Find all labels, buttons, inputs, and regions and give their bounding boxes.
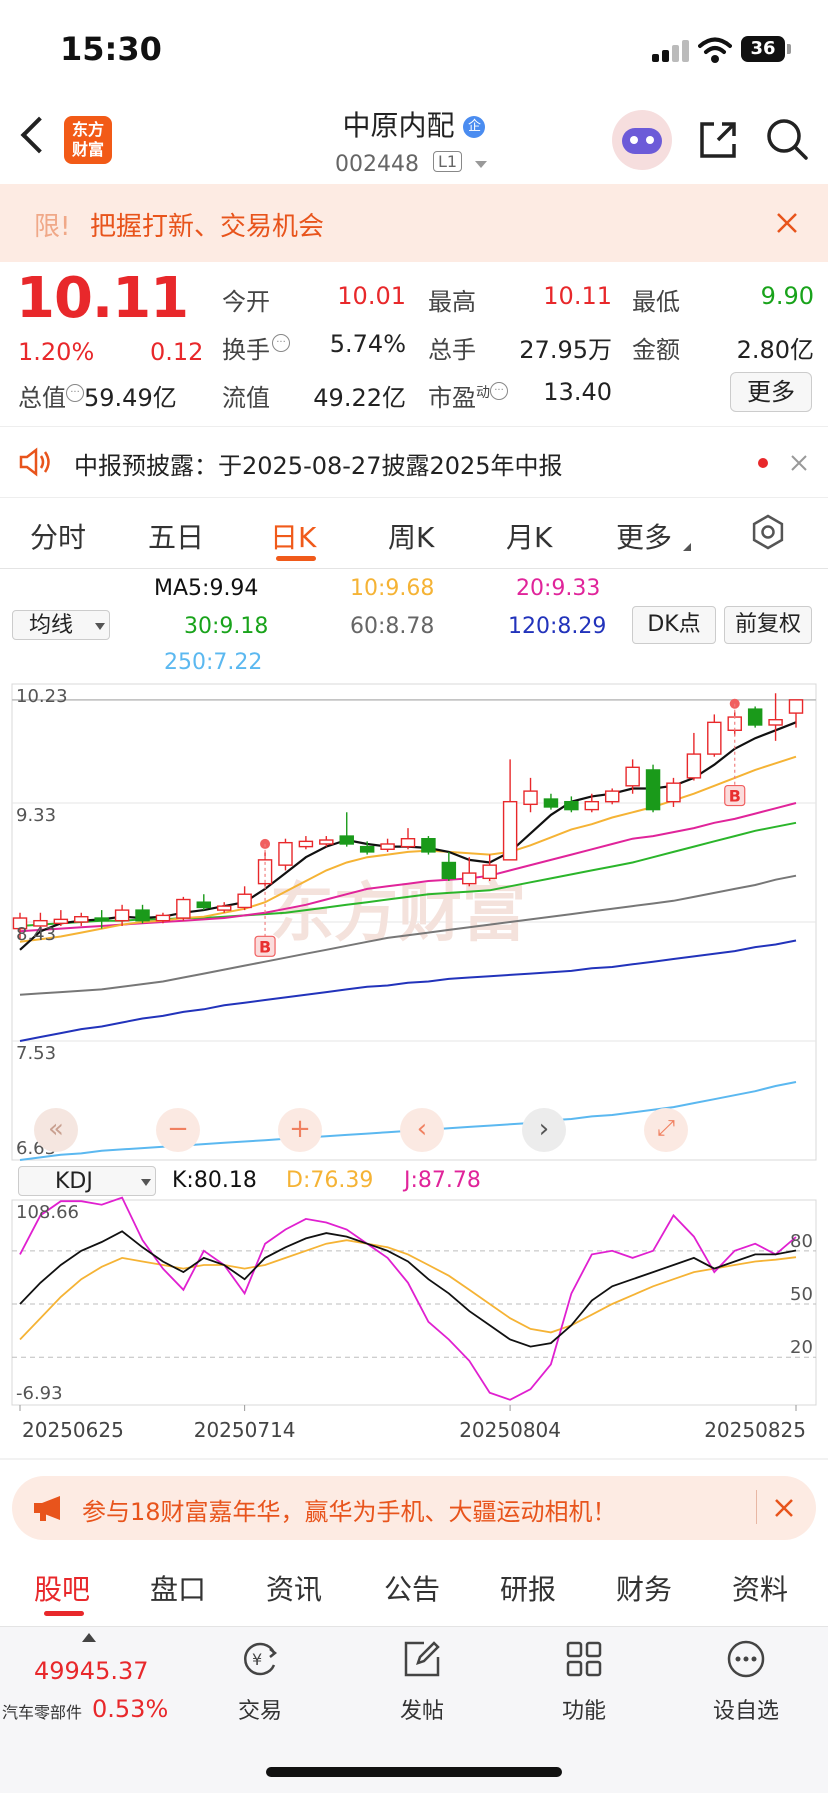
kdj-level-label: 50	[790, 1284, 813, 1305]
add-watchlist-button[interactable]: 设自选	[686, 1639, 806, 1725]
zoom-out-icon[interactable]: −	[156, 1108, 200, 1152]
kdj-level-label: 20	[790, 1337, 813, 1358]
activity-text: 参与18财富嘉年华，赢华为手机、大疆运动相机！	[82, 1498, 617, 1526]
caret-up-icon	[82, 1633, 96, 1642]
kdj-j-line	[19, 1196, 797, 1401]
candle-body	[216, 905, 232, 911]
buy-signal-label: B	[259, 937, 271, 956]
megaphone-icon	[34, 1496, 60, 1521]
candle-body	[523, 790, 538, 806]
tab-finance[interactable]: 财务	[616, 1568, 672, 1608]
kdj-axis-bottom: -6.93	[16, 1383, 63, 1404]
kdj-j-label: J:87.78	[404, 1168, 481, 1193]
sector-index-value[interactable]: 49945.37	[34, 1657, 149, 1685]
candle-body	[584, 800, 600, 811]
tab-guba[interactable]: 股吧	[34, 1568, 90, 1608]
sector-name: 汽车零部件	[2, 1703, 83, 1722]
indicator-selector[interactable]: KDJ	[18, 1166, 156, 1196]
candle-body	[788, 699, 804, 714]
right-arrow-icon[interactable]: ›	[522, 1108, 566, 1152]
sector-change: 0.53%	[92, 1695, 169, 1723]
candle-body	[278, 841, 293, 866]
kdj-panel-border	[11, 1199, 817, 1406]
bottom-toolbar: 49945.37 汽车零部件 0.53% ¥ 交易 发帖 功能 设自选	[0, 1626, 828, 1793]
candle-body	[196, 901, 212, 909]
candle-body	[53, 918, 69, 925]
candle-body	[74, 916, 89, 923]
activity-banner[interactable]: 参与18财富嘉年华，赢华为手机、大疆运动相机！	[12, 1476, 816, 1540]
candle-body	[319, 839, 334, 845]
active-tab-indicator	[44, 1611, 84, 1616]
candle-body	[768, 719, 783, 726]
svg-text:¥: ¥	[252, 1650, 262, 1669]
kdj-k-label: K:80.18	[172, 1168, 257, 1193]
candle-body	[747, 708, 763, 726]
candle-body	[94, 917, 109, 922]
buy-signal-label: B	[729, 787, 741, 806]
function-button[interactable]: 功能	[524, 1639, 644, 1725]
date-label: 20250804	[459, 1418, 561, 1442]
candle-body	[462, 872, 477, 885]
grid-icon	[566, 1641, 602, 1677]
candle-body	[645, 769, 661, 811]
candle-body	[237, 893, 252, 909]
date-label: 20250625	[22, 1418, 124, 1442]
candle-body	[625, 766, 640, 787]
price-axis-label: 7.53	[16, 1043, 56, 1064]
ma120-line	[19, 939, 797, 1042]
fullscreen-icon[interactable]: ⤢	[644, 1108, 688, 1152]
trade-icon: ¥	[244, 1642, 278, 1676]
date-label: 20250714	[194, 1418, 296, 1442]
candle-body	[176, 898, 191, 919]
tab-announcements[interactable]: 公告	[384, 1568, 440, 1608]
candle-body	[666, 782, 681, 803]
candle-body	[686, 753, 702, 779]
candle-body	[155, 914, 171, 922]
candle-body	[543, 798, 559, 808]
candle-body	[482, 864, 497, 880]
kdj-level-label: 80	[790, 1231, 813, 1252]
zoom-in-icon[interactable]: +	[278, 1108, 322, 1152]
tab-news[interactable]: 资讯	[266, 1568, 322, 1608]
candle-body	[604, 790, 620, 803]
left-arrow-icon[interactable]: ‹	[400, 1108, 444, 1152]
candle-body	[502, 800, 518, 861]
kdj-axis-top: 108.66	[16, 1202, 79, 1223]
watermark: 东方财富	[270, 877, 526, 951]
close-icon[interactable]	[774, 1498, 794, 1518]
edit-icon	[404, 1641, 440, 1677]
candle-body	[114, 909, 130, 922]
candle-body	[135, 909, 150, 922]
candle-body	[380, 843, 395, 850]
candle-body	[400, 838, 416, 848]
home-indicator	[266, 1767, 562, 1777]
price-axis-label: 8.43	[16, 924, 56, 945]
tab-profile[interactable]: 资料	[732, 1568, 788, 1608]
candle-body	[359, 845, 375, 853]
price-axis-label: 9.33	[16, 805, 56, 826]
candle-body	[339, 835, 354, 845]
candle-body	[707, 721, 722, 755]
kdj-d-line	[19, 1239, 797, 1341]
tab-research[interactable]: 研报	[500, 1568, 556, 1608]
kdj-k-line	[19, 1230, 797, 1348]
post-button[interactable]: 发帖	[362, 1639, 482, 1725]
candle-body	[298, 840, 314, 848]
kdj-d-label: D:76.39	[286, 1168, 374, 1193]
rewind-icon[interactable]: «	[34, 1108, 78, 1152]
candle-body	[564, 800, 579, 811]
price-axis-label: 10.23	[16, 686, 68, 707]
more-dots-icon	[727, 1640, 765, 1678]
tab-order-book[interactable]: 盘口	[150, 1568, 206, 1608]
trade-button[interactable]: ¥ 交易	[200, 1639, 320, 1725]
candle-body	[421, 838, 436, 853]
date-label: 20250825	[704, 1418, 806, 1442]
candle-body	[441, 861, 457, 880]
stock-chart[interactable]: 东方财富 BB 10.239.338.437.536.63 108.66-6.9…	[0, 0, 828, 1460]
dropdown-icon	[141, 1179, 151, 1186]
